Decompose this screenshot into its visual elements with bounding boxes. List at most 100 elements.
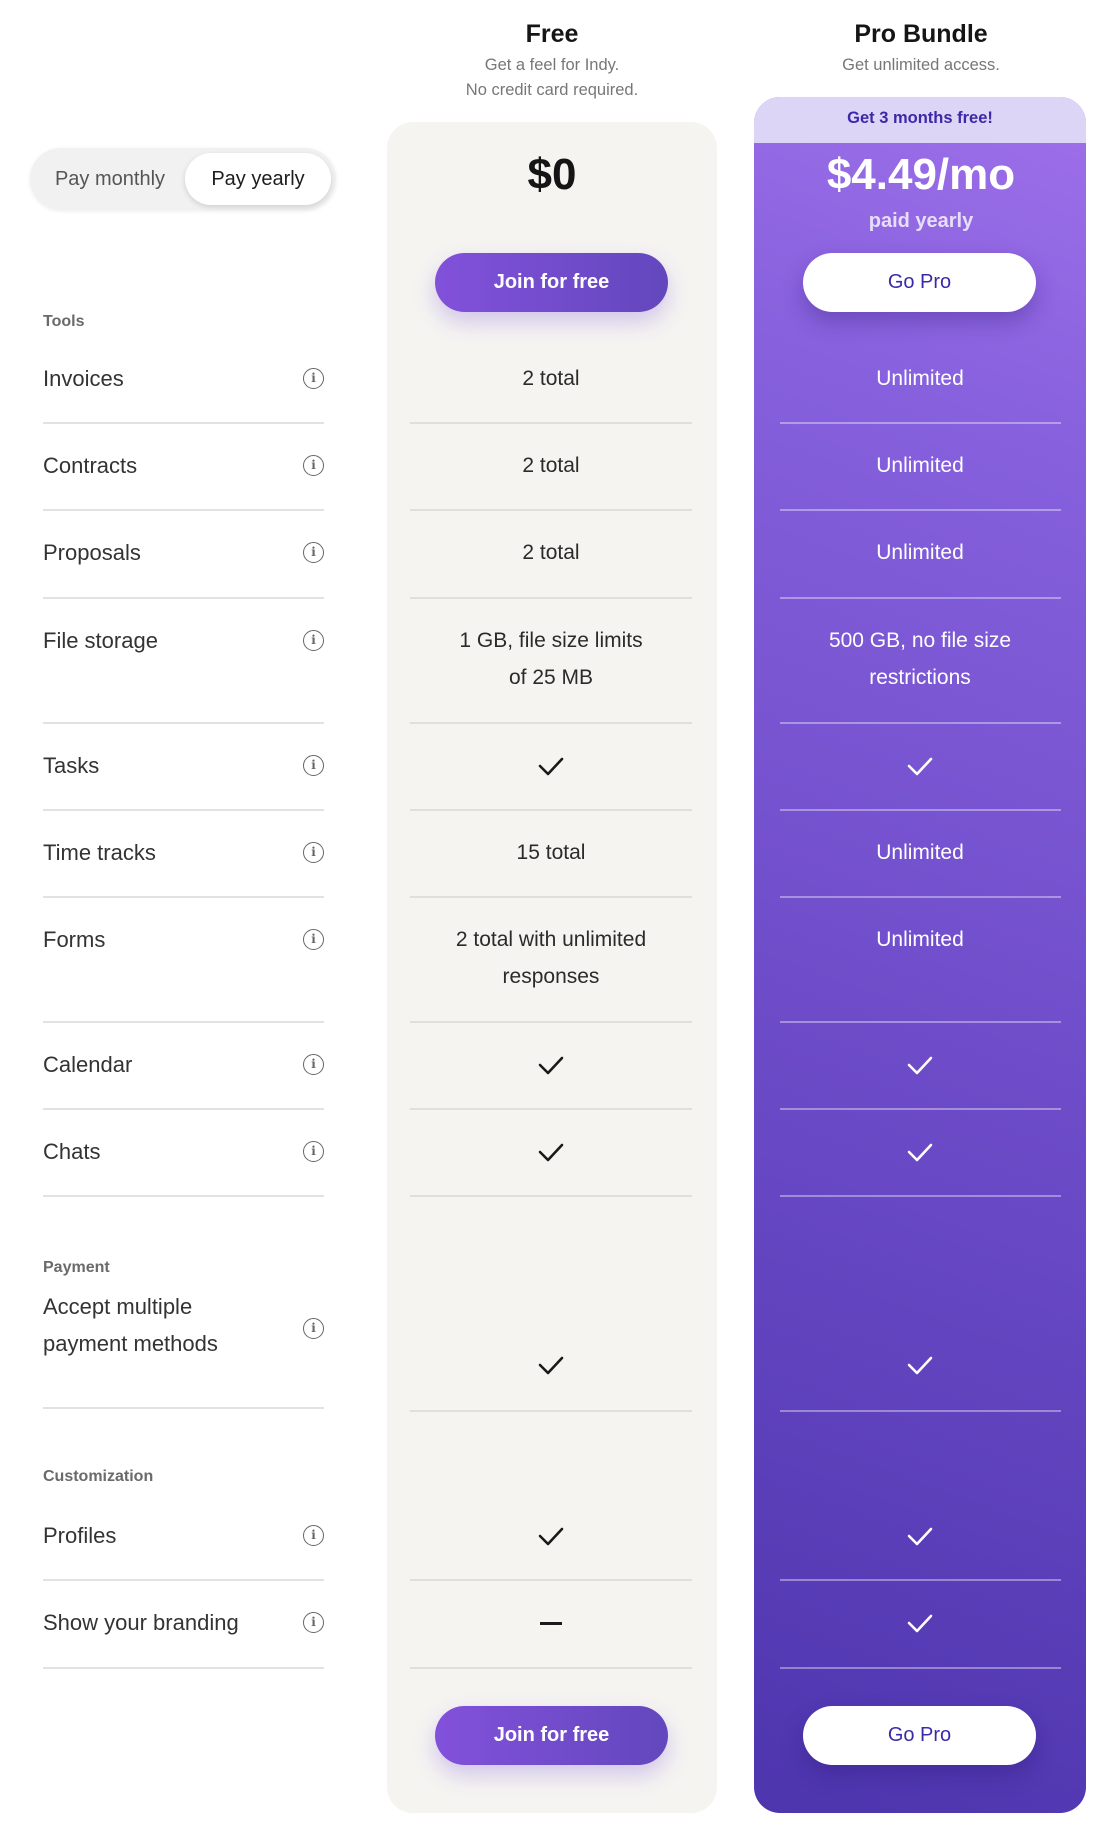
row-divider — [410, 1579, 692, 1581]
row-divider — [780, 1195, 1061, 1197]
section-label: Customization — [43, 1468, 154, 1485]
pro-feature-value: Unlimited — [779, 834, 1061, 871]
row-divider — [780, 1108, 1061, 1110]
feature-label: Calendar i — [43, 1046, 324, 1083]
feature-name: Calendar — [43, 1052, 133, 1077]
free-feature-text: 2 total with unlimited responses — [455, 928, 647, 988]
checkmark-icon — [538, 1528, 564, 1546]
info-icon[interactable]: i — [303, 1318, 324, 1339]
promo-banner: Get 3 months free! — [754, 97, 1086, 143]
checkmark-icon — [907, 758, 933, 776]
row-divider — [410, 1021, 692, 1023]
pro-feature-value — [779, 1346, 1061, 1383]
free-feature-value: 1 GB, file size limits of 25 MB — [410, 622, 692, 696]
feature-name: Accept multiple payment methods — [43, 1294, 218, 1356]
pro-plan-price: $4.49/mo — [826, 150, 1016, 199]
row-divider — [780, 1579, 1061, 1581]
pro-feature-text: Unlimited — [876, 367, 964, 390]
info-icon[interactable]: i — [303, 755, 324, 776]
row-divider — [43, 1021, 324, 1023]
free-feature-text: 15 total — [516, 841, 586, 864]
row-divider — [410, 1195, 692, 1197]
row-divider — [780, 509, 1061, 511]
free-feature-value — [410, 1604, 692, 1641]
row-divider — [43, 809, 324, 811]
info-icon[interactable]: i — [303, 542, 324, 563]
join-for-free-button-bottom[interactable]: Join for free — [435, 1706, 668, 1765]
free-feature-value: 2 total — [410, 447, 692, 484]
pro-feature-value — [779, 747, 1061, 784]
pro-feature-value: Unlimited — [779, 360, 1061, 397]
free-feature-value — [410, 1133, 692, 1170]
join-for-free-button[interactable]: Join for free — [435, 253, 668, 312]
checkmark-icon — [907, 1357, 933, 1375]
free-feature-value: 2 total — [410, 534, 692, 571]
free-feature-text: 1 GB, file size limits of 25 MB — [459, 629, 643, 689]
row-divider — [43, 422, 324, 424]
checkmark-icon — [538, 1057, 564, 1075]
feature-label: File storage i — [43, 622, 324, 659]
info-icon[interactable]: i — [303, 630, 324, 651]
pro-plan-header: Pro Bundle Get unlimited access. — [756, 18, 1086, 78]
free-plan-title: Free — [525, 20, 579, 48]
feature-name: Tasks — [43, 753, 100, 778]
info-icon[interactable]: i — [303, 1141, 324, 1162]
row-divider — [43, 1108, 324, 1110]
row-divider — [410, 809, 692, 811]
row-divider — [43, 722, 324, 724]
pay-yearly-option[interactable]: Pay yearly — [185, 153, 331, 205]
pro-plan-subtitle: Get unlimited access. — [842, 56, 1000, 74]
row-divider — [780, 722, 1061, 724]
checkmark-icon — [538, 758, 564, 776]
free-feature-value — [410, 1046, 692, 1083]
feature-label: Invoices i — [43, 360, 324, 397]
checkmark-icon — [538, 1144, 564, 1162]
free-feature-value: 15 total — [410, 834, 692, 871]
feature-label: Show your branding i — [43, 1604, 324, 1641]
row-divider — [780, 896, 1061, 898]
pro-plan-title: Pro Bundle — [854, 20, 988, 48]
pro-feature-text: Unlimited — [876, 841, 964, 864]
feature-label: Time tracks i — [43, 834, 324, 871]
info-icon[interactable]: i — [303, 842, 324, 863]
info-icon[interactable]: i — [303, 1054, 324, 1075]
section-label: Payment — [43, 1259, 110, 1276]
feature-name: Show your branding — [43, 1610, 239, 1635]
feature-name: Invoices — [43, 366, 124, 391]
row-divider — [43, 509, 324, 511]
pro-feature-value: Unlimited — [779, 534, 1061, 571]
pro-feature-value: 500 GB, no file size restrictions — [779, 622, 1061, 696]
pro-feature-value: Unlimited — [779, 447, 1061, 484]
info-icon[interactable]: i — [303, 929, 324, 950]
info-icon[interactable]: i — [303, 455, 324, 476]
pro-feature-value — [779, 1517, 1061, 1554]
free-feature-value — [410, 1517, 692, 1554]
free-feature-text: 2 total — [522, 541, 580, 564]
row-divider — [410, 1108, 692, 1110]
free-feature-value — [410, 1346, 692, 1383]
feature-label: Contracts i — [43, 447, 324, 484]
free-plan-price: $0 — [527, 150, 577, 199]
row-divider — [780, 1021, 1061, 1023]
row-divider — [410, 597, 692, 599]
pro-price-note: paid yearly — [868, 210, 974, 232]
free-plan-header: Free Get a feel for Indy. No credit card… — [387, 18, 717, 103]
checkmark-icon — [538, 1357, 564, 1375]
info-icon[interactable]: i — [303, 368, 324, 389]
go-pro-button-bottom[interactable]: Go Pro — [803, 1706, 1036, 1765]
row-divider — [410, 1410, 692, 1412]
pro-feature-value: Unlimited — [779, 921, 1061, 958]
info-icon[interactable]: i — [303, 1525, 324, 1546]
checkmark-icon — [907, 1144, 933, 1162]
pro-feature-value — [779, 1046, 1061, 1083]
feature-name: Profiles — [43, 1523, 117, 1548]
feature-label: Accept multiple payment methods i — [43, 1288, 324, 1362]
info-icon[interactable]: i — [303, 1612, 324, 1633]
pay-monthly-option[interactable]: Pay monthly — [35, 153, 185, 205]
billing-toggle[interactable]: Pay monthly Pay yearly — [30, 148, 336, 210]
row-divider — [43, 1407, 324, 1409]
go-pro-button[interactable]: Go Pro — [803, 253, 1036, 312]
pro-feature-value — [779, 1133, 1061, 1170]
checkmark-icon — [907, 1057, 933, 1075]
row-divider — [780, 1410, 1061, 1412]
